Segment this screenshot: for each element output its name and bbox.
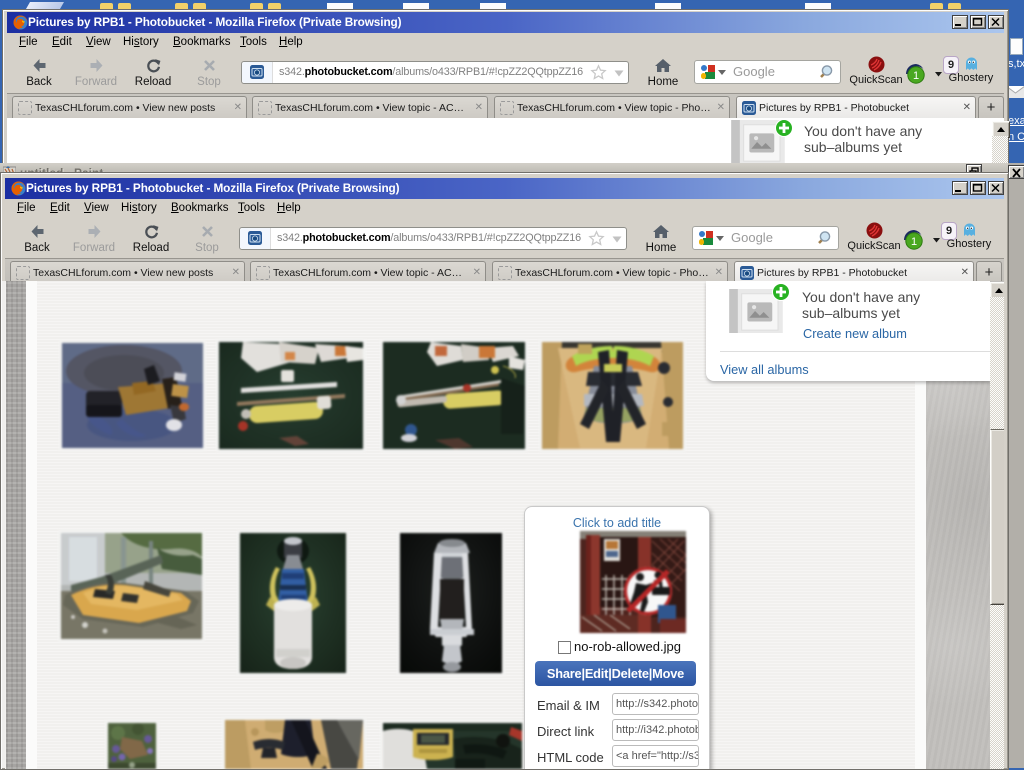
svg-text:1: 1	[911, 236, 917, 248]
svg-text:1: 1	[913, 70, 919, 82]
